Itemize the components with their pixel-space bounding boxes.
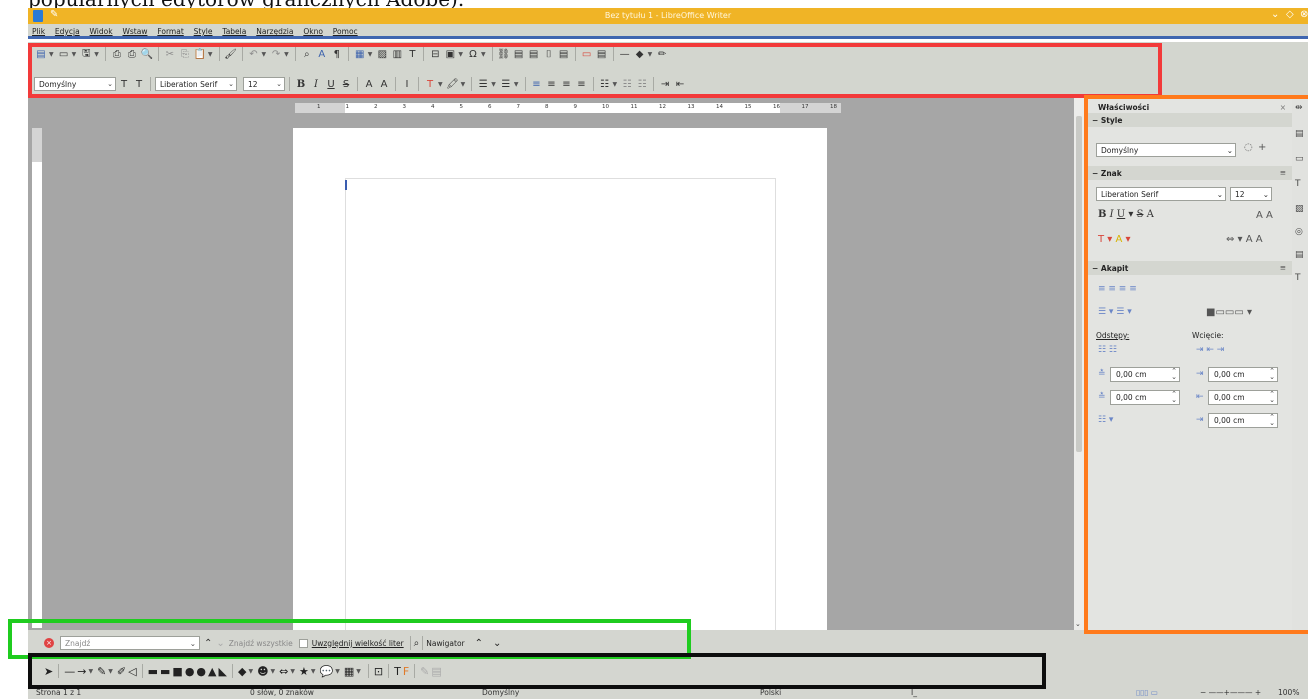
menu-pomoc[interactable]: Pomoc xyxy=(329,24,361,36)
highlight-sidebar xyxy=(1084,95,1308,634)
ruler-mark: 11 xyxy=(630,104,638,110)
menu-edycja[interactable]: Edycja xyxy=(51,24,83,36)
horizontal-ruler[interactable]: 1 1 2 3 4 5 6 7 8 9 10 11 12 13 14 15 16 17 18 xyxy=(295,103,841,113)
zoom-slider[interactable]: − ——+——— + xyxy=(1200,688,1261,697)
ruler-mark: 2 xyxy=(374,104,378,110)
highlight-toolbars xyxy=(28,43,1162,98)
ruler-mark: 13 xyxy=(687,104,695,110)
menu-format[interactable]: Format xyxy=(153,24,186,36)
ruler-mark: 15 xyxy=(744,104,752,110)
insert-mode-icon[interactable]: I_ xyxy=(911,688,917,697)
document-page[interactable] xyxy=(293,128,827,630)
text-cursor xyxy=(345,180,347,190)
document-workspace: 1 1 2 3 4 5 6 7 8 9 10 11 12 13 14 15 16 17 18 ⌄ xyxy=(28,98,1086,630)
minimize-button[interactable]: ⌄ xyxy=(1271,9,1279,20)
menu-bar: Plik Edycja Widok Wstaw Format Style Tab… xyxy=(28,24,1308,39)
ruler-mark: 7 xyxy=(516,104,521,110)
ruler-mark: 14 xyxy=(716,104,723,110)
ruler-mark: 3 xyxy=(402,104,407,110)
scroll-down-icon[interactable]: ⌄ xyxy=(1075,620,1081,628)
ruler-mark: 4 xyxy=(431,104,435,110)
ruler-mark: 10 xyxy=(602,104,609,110)
menu-narzedzia[interactable]: Narzędzia xyxy=(252,24,296,36)
ruler-mark: 1 xyxy=(317,104,321,110)
scrollbar-thumb[interactable] xyxy=(1076,116,1082,452)
ruler-mark: 12 xyxy=(659,104,666,110)
vertical-scrollbar[interactable]: ⌄ xyxy=(1074,98,1084,630)
ruler-mark: 8 xyxy=(545,104,549,110)
ruler-mark: 6 xyxy=(488,104,492,110)
ruler-mark: 1 xyxy=(345,104,350,110)
highlight-drawbar xyxy=(28,653,1046,689)
ruler-mark: 17 xyxy=(801,104,809,110)
page-count[interactable]: Strona 1 z 1 xyxy=(36,688,81,697)
menu-wstaw[interactable]: Wstaw xyxy=(118,24,150,36)
close-window-button[interactable]: ⊗ xyxy=(1300,9,1308,20)
menu-plik[interactable]: Plik xyxy=(28,24,48,36)
title-bar: ✎ Bez tytułu 1 - LibreOffice Writer ⌄ ◇ … xyxy=(28,8,1308,24)
maximize-button[interactable]: ◇ xyxy=(1286,9,1294,20)
menu-tabela[interactable]: Tabela xyxy=(218,24,249,36)
word-count[interactable]: 0 słów, 0 znaków xyxy=(250,688,314,697)
vertical-ruler xyxy=(32,128,42,628)
language[interactable]: Polski xyxy=(760,688,781,697)
ruler-mark: 5 xyxy=(459,104,464,110)
menu-widok[interactable]: Widok xyxy=(86,24,116,36)
window-title: Bez tytułu 1 - LibreOffice Writer xyxy=(604,11,732,20)
menu-style[interactable]: Style xyxy=(190,24,216,36)
text-area[interactable] xyxy=(345,178,776,630)
menu-okno[interactable]: Okno xyxy=(299,24,326,36)
vertical-ruler-margin xyxy=(32,128,42,162)
page-style[interactable]: Domyślny xyxy=(482,688,519,697)
ruler-mark: 18 xyxy=(830,104,837,110)
view-layout-icons[interactable]: ▯▯▯ ▭ xyxy=(1136,688,1158,697)
zoom-level[interactable]: 100% xyxy=(1278,688,1299,697)
ruler-mark: 9 xyxy=(573,104,578,110)
ruler-mark: 16 xyxy=(773,104,780,110)
